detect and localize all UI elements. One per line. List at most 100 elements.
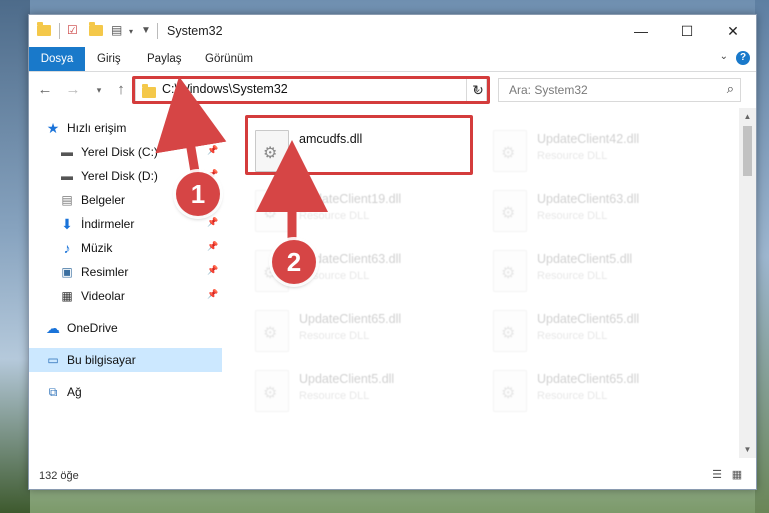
- status-bar: 132 öğe ☰ ▦: [29, 458, 756, 489]
- window-title: System32: [167, 24, 223, 38]
- file-item[interactable]: ⚙ UpdateClient65.dll Resource DLL: [247, 304, 483, 360]
- gear-icon: ⚙: [263, 205, 278, 222]
- ribbon-expand-icon[interactable]: ⌄: [720, 51, 728, 62]
- pin-icon[interactable]: 📌: [207, 265, 218, 276]
- desktop-background-right: [755, 0, 769, 513]
- up-arrow-icon[interactable]: ↑: [111, 81, 131, 98]
- title-bar: ☑ ▤ ▾ ▼ System32 — ☐ ✕: [29, 15, 756, 47]
- sidebar-item-quick-access[interactable]: ★ Hızlı erişim: [29, 116, 222, 140]
- tab-share[interactable]: Paylaş: [147, 47, 182, 71]
- scroll-down-icon[interactable]: ▼: [739, 441, 756, 458]
- videos-icon: ▦: [61, 289, 73, 303]
- sidebar-item-onedrive[interactable]: ☁ OneDrive: [29, 316, 222, 340]
- sidebar-item-label: Ağ: [67, 385, 82, 399]
- gear-icon: ⚙: [501, 145, 516, 162]
- step-badge-2: 2: [272, 240, 316, 284]
- details-view-icon[interactable]: ☰: [709, 469, 725, 481]
- file-item[interactable]: ⚙ UpdateClient5.dll Resource DLL: [247, 364, 483, 420]
- tab-file[interactable]: Dosya: [29, 47, 85, 71]
- search-placeholder[interactable]: Ara: System32: [509, 83, 588, 97]
- help-icon[interactable]: ?: [736, 51, 750, 65]
- sidebar-item-label: Videolar: [81, 289, 125, 303]
- sidebar-item-label: OneDrive: [67, 321, 118, 335]
- title-separator: [59, 23, 60, 39]
- pin-icon[interactable]: 📌: [207, 289, 218, 300]
- pin-icon[interactable]: 📌: [207, 241, 218, 252]
- dll-file-icon: ⚙: [255, 190, 289, 232]
- folder-icon: [37, 22, 53, 39]
- gear-icon: ⚙: [501, 205, 516, 222]
- sidebar-item-label: Belgeler: [81, 193, 126, 207]
- forward-arrow-icon[interactable]: →: [63, 81, 83, 98]
- minimize-button[interactable]: —: [618, 15, 664, 47]
- sidebar-item-label: Bu bilgisayar: [67, 353, 136, 367]
- file-item[interactable]: ⚙ UpdateClient19.dll Resource DLL: [247, 184, 483, 240]
- sidebar-item-network[interactable]: ⧉ Ağ: [29, 380, 222, 404]
- maximize-button[interactable]: ☐: [664, 15, 710, 47]
- back-arrow-icon[interactable]: ←: [35, 81, 55, 98]
- file-item[interactable]: ⚙ UpdateClient42.dll Resource DLL: [485, 124, 721, 180]
- file-item[interactable]: ⚙ UpdateClient5.dll Resource DLL: [485, 244, 721, 300]
- sidebar-item-music[interactable]: ♪ Müzik 📌: [29, 236, 222, 260]
- tab-view[interactable]: Görünüm: [205, 47, 253, 71]
- file-name: UpdateClient65.dll: [299, 312, 402, 326]
- desktop-background-left: [0, 0, 30, 513]
- sidebar-item-this-pc[interactable]: ▭ Bu bilgisayar: [29, 348, 222, 372]
- sidebar-item-label: Hızlı erişim: [67, 121, 127, 135]
- search-icon[interactable]: ⌕: [727, 81, 734, 97]
- dll-file-icon: ⚙: [493, 310, 527, 352]
- file-type: Resource DLL: [299, 390, 370, 402]
- item-count: 132 öğe: [39, 470, 79, 482]
- gear-icon: ⚙: [501, 265, 516, 282]
- drive-icon: ▬: [61, 169, 73, 183]
- file-type: Resource DLL: [537, 150, 608, 162]
- dll-file-icon: ⚙: [493, 250, 527, 292]
- music-icon: ♪: [63, 240, 71, 256]
- file-type: Resource DLL: [537, 330, 608, 342]
- pin-icon[interactable]: 📌: [207, 217, 218, 228]
- title-separator-2: [157, 23, 158, 39]
- file-type: Resource DLL: [537, 390, 608, 402]
- tab-home[interactable]: Giriş: [97, 47, 121, 71]
- file-name: UpdateClient5.dll: [537, 252, 633, 266]
- new-folder-icon[interactable]: [89, 22, 105, 39]
- pin-icon[interactable]: 📌: [207, 145, 218, 156]
- properties-icon[interactable]: ☑: [67, 23, 83, 39]
- sidebar-item-disk-c[interactable]: ▬ Yerel Disk (C:) 📌: [29, 140, 222, 164]
- search-box[interactable]: Ara: System32 ⌕: [498, 78, 741, 102]
- sidebar-item-pictures[interactable]: ▣ Resimler 📌: [29, 260, 222, 284]
- recent-locations-icon[interactable]: ▾: [89, 85, 109, 96]
- dll-file-icon: ⚙: [255, 310, 289, 352]
- close-button[interactable]: ✕: [710, 15, 756, 47]
- navigation-pane: ★ Hızlı erişim ▬ Yerel Disk (C:) 📌 ▬ Yer…: [29, 108, 222, 458]
- ribbon-tabs: Dosya Giriş Paylaş Görünüm ⌄ ?: [29, 47, 756, 72]
- sidebar-item-label: Yerel Disk (C:): [81, 145, 158, 159]
- file-name: UpdateClient5.dll: [299, 372, 395, 386]
- star-icon: ★: [46, 120, 60, 136]
- sidebar-item-videos[interactable]: ▦ Videolar 📌: [29, 284, 222, 308]
- drive-icon: ▬: [61, 145, 73, 159]
- file-name: UpdateClient65.dll: [537, 312, 640, 326]
- file-item[interactable]: ⚙ UpdateClient65.dll Resource DLL: [485, 364, 721, 420]
- file-name: UpdateClient19.dll: [299, 192, 402, 206]
- dll-file-icon: ⚙: [255, 370, 289, 412]
- large-icons-view-icon[interactable]: ▦: [729, 469, 745, 481]
- address-highlight: [132, 76, 490, 104]
- gear-icon: ⚙: [501, 385, 516, 402]
- file-name: UpdateClient42.dll: [537, 132, 640, 146]
- dll-file-icon: ⚙: [493, 130, 527, 172]
- explorer-window: ☑ ▤ ▾ ▼ System32 — ☐ ✕ Dosya Giriş Payla…: [28, 14, 757, 490]
- step-badge-1: 1: [176, 172, 220, 216]
- file-item[interactable]: ⚙ UpdateClient65.dll Resource DLL: [485, 304, 721, 360]
- dll-file-icon: ⚙: [493, 190, 527, 232]
- sidebar-item-label: Müzik: [81, 241, 113, 255]
- file-item[interactable]: ⚙ UpdateClient63.dll Resource DLL: [485, 184, 721, 240]
- scroll-thumb[interactable]: [743, 126, 752, 176]
- qa-dropdown-icon[interactable]: ▼: [141, 25, 157, 41]
- scroll-up-icon[interactable]: ▲: [739, 108, 756, 125]
- vertical-scrollbar[interactable]: ▲ ▼: [739, 108, 756, 458]
- file-name: UpdateClient65.dll: [537, 372, 640, 386]
- rename-icon[interactable]: ▤: [111, 23, 127, 39]
- file-name: UpdateClient63.dll: [537, 192, 640, 206]
- gear-icon: ⚙: [263, 325, 278, 342]
